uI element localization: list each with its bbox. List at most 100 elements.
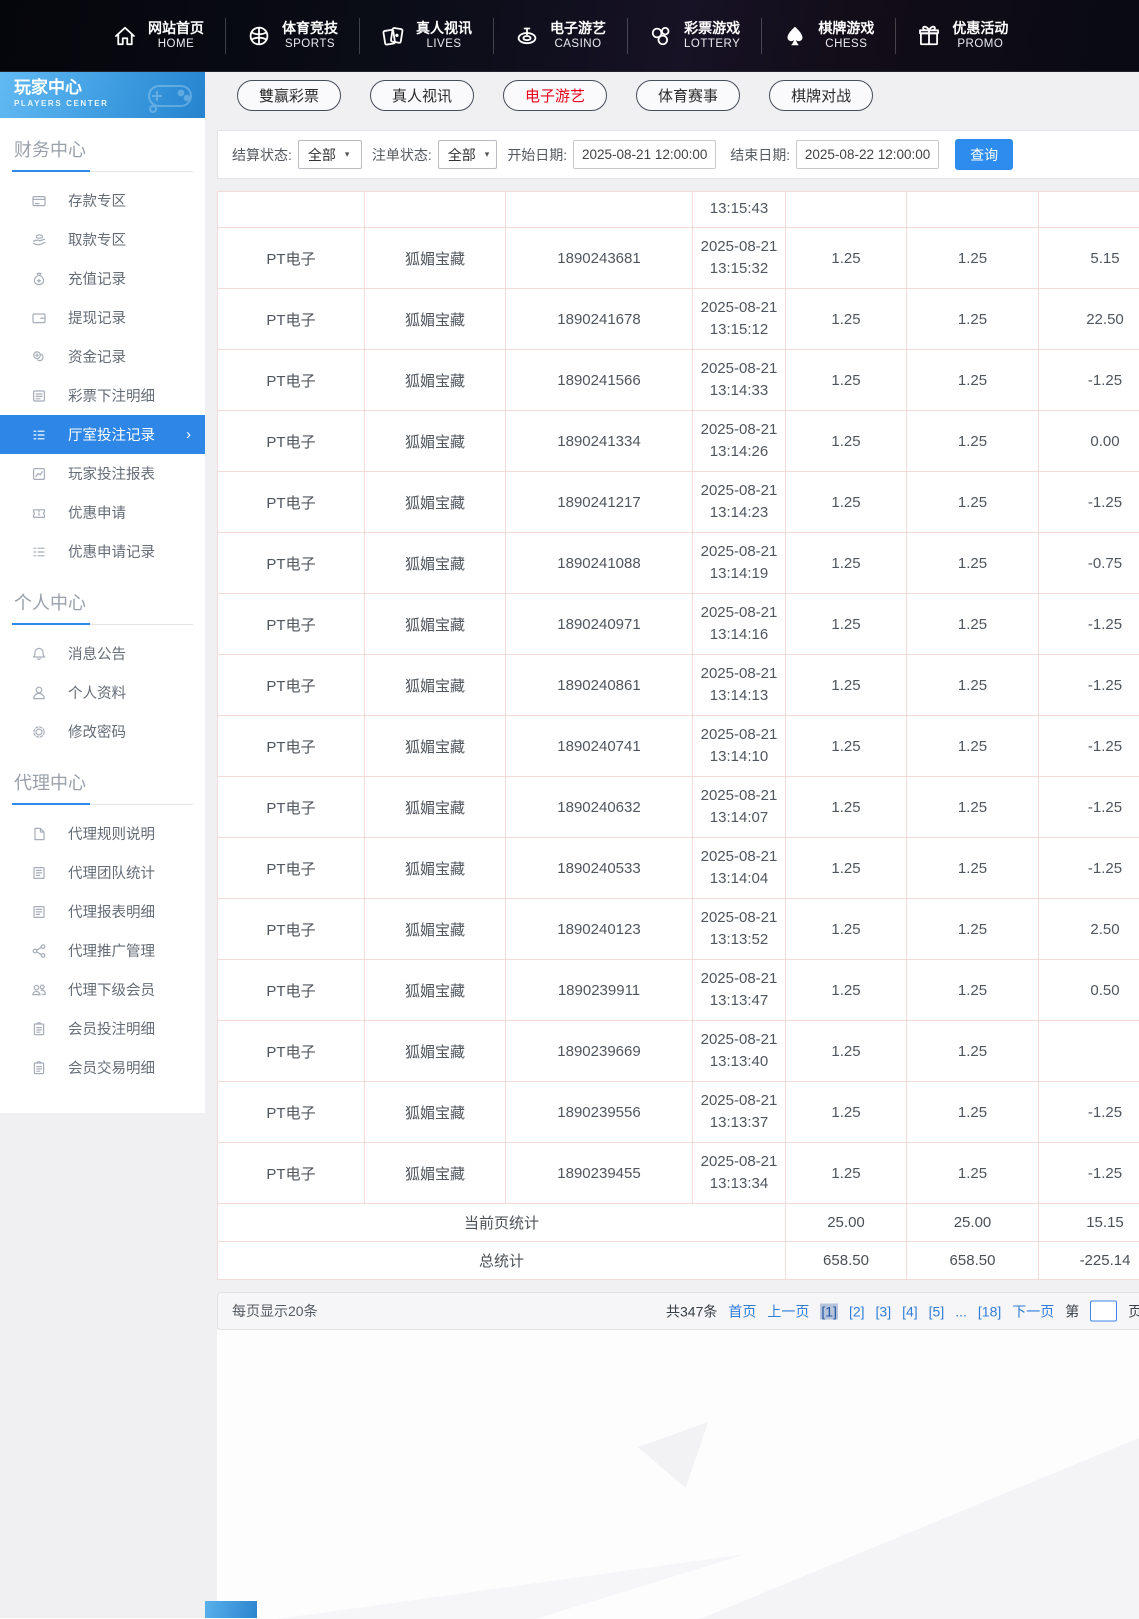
cell-datetime: 2025-08-2113:15:12	[693, 289, 786, 350]
sidebar-item-存款专区[interactable]: 存款专区	[0, 181, 205, 220]
sidebar-item-label: 代理推广管理	[68, 940, 155, 961]
cell-game: 狐媚宝藏	[365, 533, 506, 594]
sidebar-item-代理规则说明[interactable]: 代理规则说明	[0, 814, 205, 853]
next-page-link[interactable]: 下一页	[1012, 1301, 1054, 1321]
cell-win-loss: -1.25	[1039, 350, 1139, 411]
sidebar-item-彩票下注明细[interactable]: 彩票下注明细	[0, 376, 205, 415]
cell-bet-amount: 1.25	[786, 716, 907, 777]
nav-item-chess[interactable]: 棋牌游戏CHESS	[762, 19, 895, 52]
settle-status-label: 结算状态:	[232, 145, 292, 165]
sidebar-item-代理下级会员[interactable]: 代理下级会员	[0, 970, 205, 1009]
cell-order-number: 1890241334	[506, 411, 693, 472]
end-date-input[interactable]: 2025-08-22 12:00:00	[796, 140, 939, 169]
sidebar-item-玩家投注报表[interactable]: 玩家投注报表	[0, 454, 205, 493]
cell-win-loss: -1.25	[1039, 716, 1139, 777]
cell-valid-amount: 1.25	[907, 411, 1039, 472]
nav-item-labels: 彩票游戏LOTTERY	[684, 19, 740, 52]
page-link-5[interactable]: [5]	[929, 1303, 945, 1319]
cell-hall: PT电子	[218, 655, 365, 716]
sidebar-item-充值记录[interactable]: 充值记录	[0, 259, 205, 298]
sidebar-item-会员投注明细[interactable]: 会员投注明细	[0, 1009, 205, 1048]
nav-item-home[interactable]: 网站首页HOME	[92, 19, 225, 52]
nav-item-promo[interactable]: 优惠活动PROMO	[896, 19, 1029, 52]
cell-win-loss: -0.75	[1039, 533, 1139, 594]
sidebar-item-优惠申请记录[interactable]: 优惠申请记录	[0, 532, 205, 571]
total-count-label: 共347条	[666, 1301, 717, 1321]
jump-label-pre: 第	[1065, 1301, 1079, 1321]
page-link-last[interactable]: [18]	[978, 1303, 1001, 1319]
cell-order-number: 1890239455	[506, 1143, 693, 1204]
nav-item-labels: 棋牌游戏CHESS	[818, 19, 874, 52]
sidebar-item-取款专区[interactable]: 取款专区	[0, 220, 205, 259]
tab-棋牌对战[interactable]: 棋牌对战	[769, 80, 873, 111]
nav-label-en: LOTTERY	[684, 37, 740, 52]
table-row: PT电子狐媚宝藏18902405332025-08-2113:14:041.25…	[218, 838, 1139, 899]
cell-datetime: 2025-08-2113:13:47	[693, 960, 786, 1021]
summary-win: -225.14	[1039, 1242, 1139, 1280]
settle-status-select[interactable]: 全部 ▾	[298, 140, 362, 169]
cell-empty	[907, 192, 1039, 228]
cell-win-loss: -1.25	[1039, 777, 1139, 838]
bets-table-wrap: 13:15:43PT电子狐媚宝藏18902436812025-08-2113:1…	[217, 191, 1139, 1280]
cell-datetime: 2025-08-2113:14:19	[693, 533, 786, 594]
tab-体育赛事[interactable]: 体育赛事	[636, 80, 740, 111]
first-page-link[interactable]: 首页	[728, 1301, 756, 1321]
jump-page-input[interactable]	[1090, 1301, 1117, 1322]
page-link-4[interactable]: [4]	[902, 1303, 918, 1319]
sidebar-item-优惠申请[interactable]: 优惠申请	[0, 493, 205, 532]
cell-hall: PT电子	[218, 1143, 365, 1204]
main-content: 雙赢彩票真人视讯电子游艺体育赛事棋牌对战 结算状态: 全部 ▾ 注单状态: 全部…	[217, 72, 1139, 1619]
cell-datetime: 2025-08-2113:14:26	[693, 411, 786, 472]
sidebar-item-个人资料[interactable]: 个人资料	[0, 673, 205, 712]
nav-item-lottery[interactable]: 彩票游戏LOTTERY	[628, 19, 761, 52]
cell-datetime: 2025-08-2113:13:34	[693, 1143, 786, 1204]
nav-item-sports[interactable]: 体育竞技SPORTS	[226, 19, 359, 52]
cell-bet-amount: 1.25	[786, 899, 907, 960]
bell-icon	[31, 646, 47, 662]
sidebar-item-label: 个人资料	[68, 682, 126, 703]
cell-order-number: 1890241088	[506, 533, 693, 594]
cell-hall: PT电子	[218, 1082, 365, 1143]
ticket-icon	[31, 505, 47, 521]
search-button[interactable]: 查询	[955, 139, 1013, 170]
cell-bet-amount: 1.25	[786, 350, 907, 411]
tab-真人视讯[interactable]: 真人视讯	[370, 80, 474, 111]
sidebar-item-消息公告[interactable]: 消息公告	[0, 634, 205, 673]
cell-datetime: 2025-08-2113:14:07	[693, 777, 786, 838]
start-date-input[interactable]: 2025-08-21 12:00:00	[573, 140, 716, 169]
table-row: PT电子狐媚宝藏18902408612025-08-2113:14:131.25…	[218, 655, 1139, 716]
cell-game: 狐媚宝藏	[365, 777, 506, 838]
sidebar-item-会员交易明细[interactable]: 会员交易明细	[0, 1048, 205, 1087]
cell-valid-amount: 1.25	[907, 1021, 1039, 1082]
page-link-2[interactable]: [2]	[849, 1303, 865, 1319]
sidebar-item-代理推广管理[interactable]: 代理推广管理	[0, 931, 205, 970]
table-row-page-summary: 当前页统计25.0025.0015.15	[218, 1204, 1139, 1242]
sidebar-item-提现记录[interactable]: 提现记录	[0, 298, 205, 337]
cell-win-loss: 5.15	[1039, 228, 1139, 289]
cell-order-number: 1890241217	[506, 472, 693, 533]
sidebar-item-资金记录[interactable]: 资金记录	[0, 337, 205, 376]
sidebar-item-label: 会员交易明细	[68, 1057, 155, 1078]
sidebar-item-修改密码[interactable]: 修改密码	[0, 712, 205, 751]
sidebar-item-代理团队统计[interactable]: 代理团队统计	[0, 853, 205, 892]
table-row: PT电子狐媚宝藏18902401232025-08-2113:13:521.25…	[218, 899, 1139, 960]
sidebar-item-代理报表明细[interactable]: 代理报表明细	[0, 892, 205, 931]
cell-win-loss: -1.25	[1039, 594, 1139, 655]
nav-item-lives[interactable]: 真人视讯LIVES	[360, 19, 493, 52]
sidebar-item-厅室投注记录[interactable]: 厅室投注记录›	[0, 415, 205, 454]
page-link-1[interactable]: [1]	[820, 1303, 838, 1319]
order-status-select[interactable]: 全部 ▾	[438, 140, 498, 169]
nav-label-zh: 彩票游戏	[684, 19, 740, 37]
tab-电子游艺[interactable]: 电子游艺	[503, 80, 607, 111]
cell-order-number: 1890240741	[506, 716, 693, 777]
sidebar-item-label: 资金记录	[68, 346, 126, 367]
page-link-3[interactable]: [3]	[876, 1303, 892, 1319]
cell-datetime: 2025-08-2113:14:10	[693, 716, 786, 777]
gear-icon	[31, 724, 47, 740]
nav-item-casino[interactable]: 电子游艺CASINO	[494, 19, 627, 52]
cell-hall: PT电子	[218, 411, 365, 472]
handmoney-icon	[31, 232, 47, 248]
prev-page-link[interactable]: 上一页	[767, 1301, 809, 1321]
doc-icon	[31, 826, 47, 842]
tab-雙赢彩票[interactable]: 雙赢彩票	[237, 80, 341, 111]
